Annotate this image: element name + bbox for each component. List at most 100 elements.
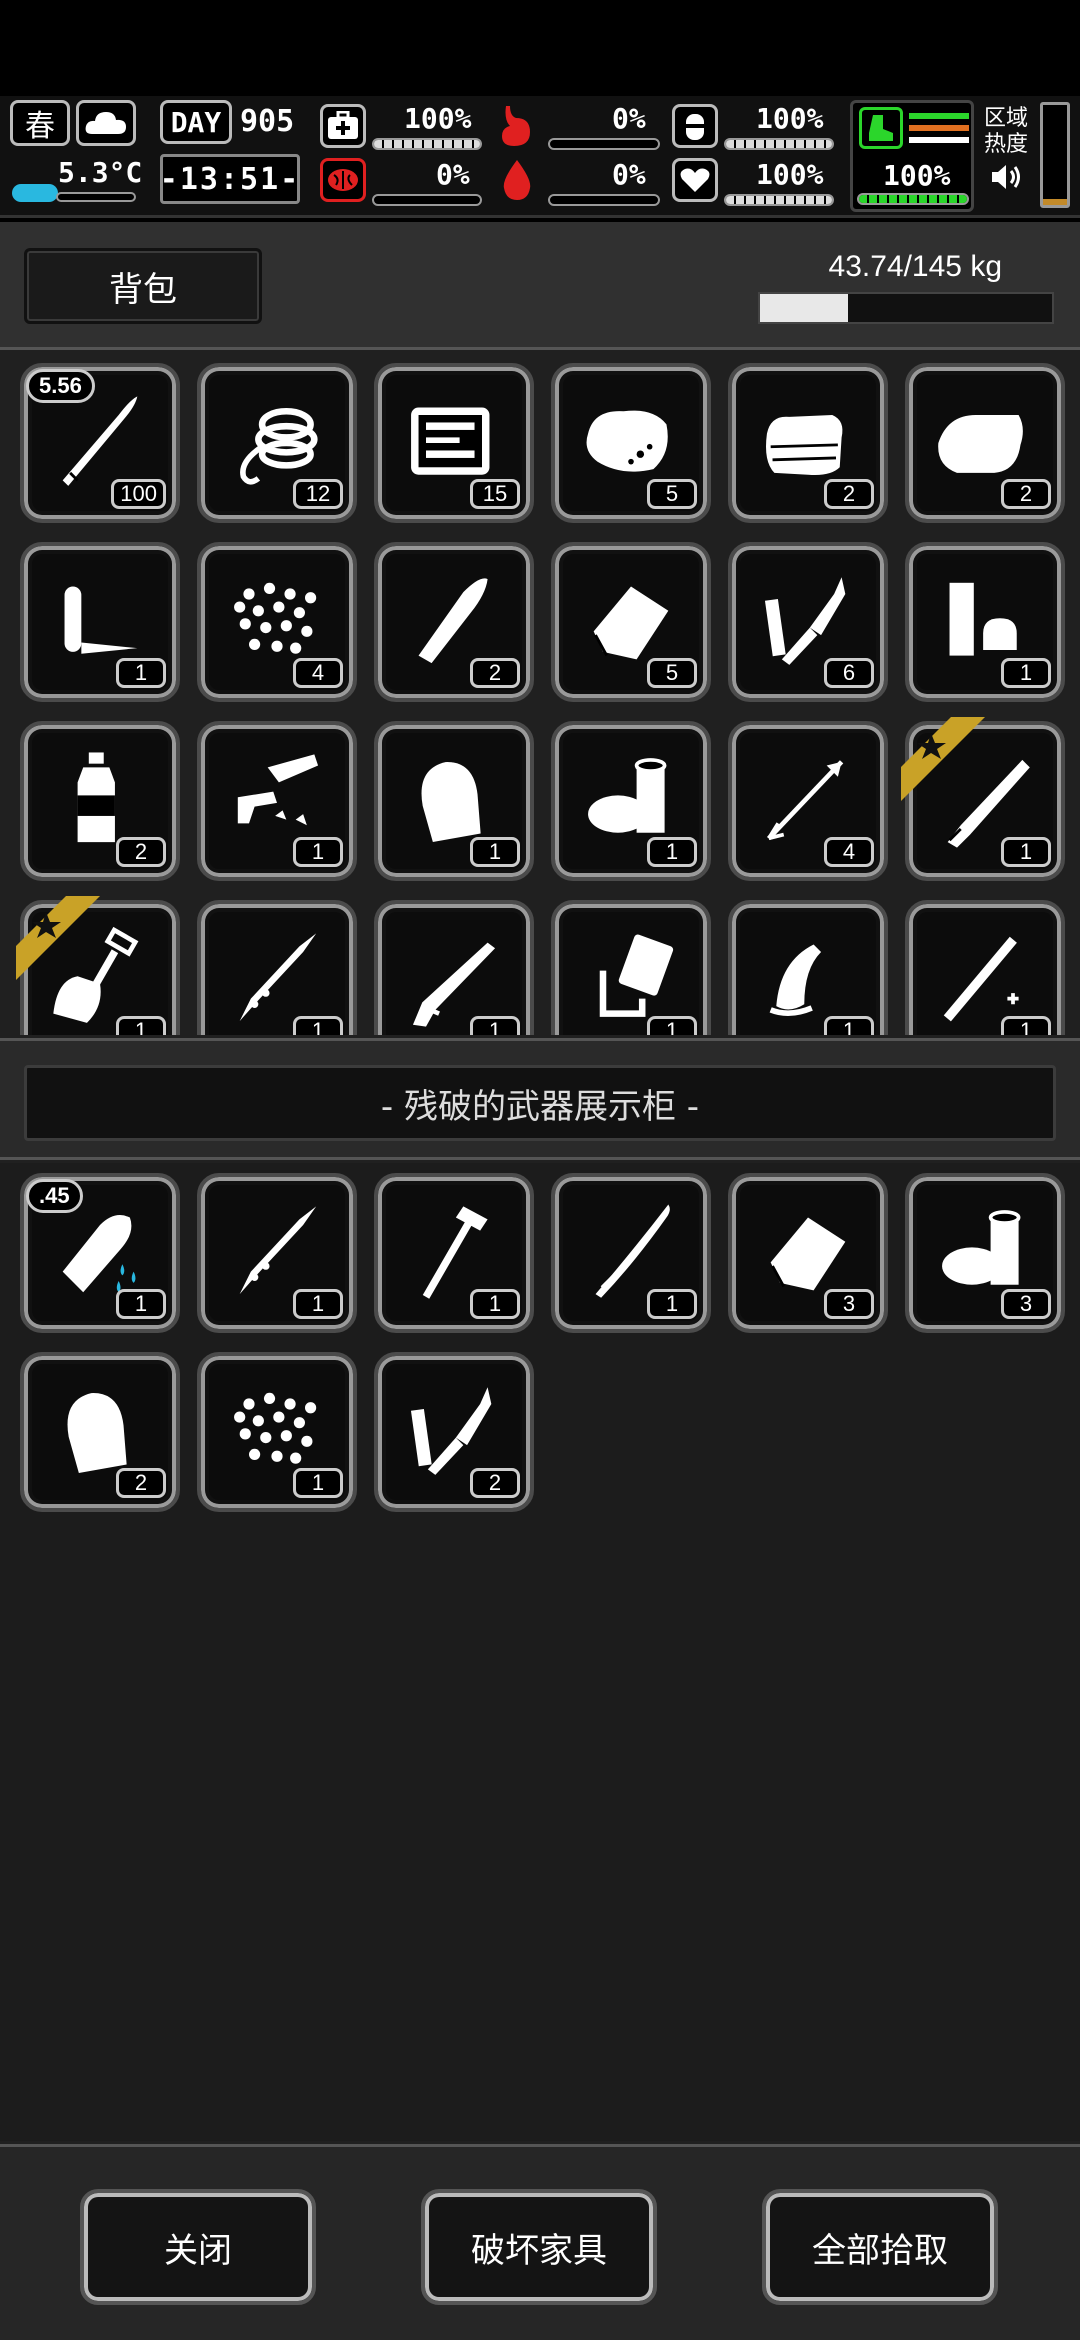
- backpack-item-slot[interactable]: 2: [374, 542, 534, 702]
- pick-up-all-button[interactable]: 全部拾取: [762, 2189, 998, 2305]
- temperature: 5.3°C: [58, 156, 143, 189]
- backpack-item-slot[interactable]: 1: [374, 900, 534, 1035]
- container-item-slot[interactable]: 1: [197, 1352, 357, 1512]
- item-count: 5: [647, 479, 697, 509]
- boot-icon: [859, 107, 903, 149]
- bleeding-value: 0%: [612, 158, 646, 191]
- item-count: 1: [647, 837, 697, 867]
- mood-bar: [724, 194, 834, 206]
- stamina-bar: [857, 193, 969, 205]
- backpack-item-slot[interactable]: 1: [551, 721, 711, 881]
- item-count: 1: [647, 1289, 697, 1319]
- hunger-bar: [548, 138, 660, 150]
- backpack-item-slot[interactable]: 12: [197, 363, 357, 523]
- item-count: 1: [293, 1468, 343, 1498]
- item-count: 3: [1001, 1289, 1051, 1319]
- backpack-item-slot[interactable]: 2: [905, 363, 1065, 523]
- region-heat-meter: [1040, 102, 1070, 208]
- water-bottle-status-icon: [672, 104, 718, 148]
- weight-bar: [758, 292, 1054, 324]
- item-count: 1: [116, 658, 166, 688]
- item-count: 6: [824, 658, 874, 688]
- backpack-header: 背包 43.74/145 kg: [0, 222, 1080, 350]
- caliber-tag: 5.56: [26, 369, 95, 403]
- item-count: 2: [1001, 479, 1051, 509]
- favorite-star-icon: [901, 717, 985, 801]
- backpack-item-slot[interactable]: 2: [728, 363, 888, 523]
- weather-cloud-icon: [76, 100, 136, 146]
- clock-time: -13:51-: [159, 161, 301, 197]
- favorite-star-icon: [16, 896, 100, 980]
- container-item-slot[interactable]: .45 1: [20, 1173, 180, 1333]
- backpack-item-slot[interactable]: 1: [16, 896, 180, 1035]
- container-item-slot[interactable]: 1: [374, 1173, 534, 1333]
- item-count: 1: [293, 1289, 343, 1319]
- stamina-panel: 100%: [850, 100, 974, 212]
- blood-drop-icon: [500, 158, 536, 202]
- container-item-slot[interactable]: 3: [905, 1173, 1065, 1333]
- backpack-item-slot[interactable]: 5: [551, 542, 711, 702]
- item-count: 1: [293, 837, 343, 867]
- item-count: 1: [1001, 1016, 1051, 1035]
- item-count: 12: [293, 479, 343, 509]
- medkit-icon: [320, 104, 366, 148]
- item-count: 1: [1001, 658, 1051, 688]
- backpack-item-slot[interactable]: 1: [197, 721, 357, 881]
- backpack-item-slot[interactable]: 4: [197, 542, 357, 702]
- mood-value: 100%: [756, 158, 824, 191]
- item-count: 100: [111, 479, 166, 509]
- day-value: 905: [240, 104, 295, 139]
- health-bar: [372, 138, 482, 150]
- stamina-value: 100%: [883, 159, 951, 192]
- stomach-icon: [496, 104, 536, 148]
- item-count: 1: [470, 1289, 520, 1319]
- container-item-slot[interactable]: 2: [20, 1352, 180, 1512]
- region-heat-label: 区域 热度: [984, 106, 1029, 157]
- item-count: 2: [824, 479, 874, 509]
- destroy-furniture-button[interactable]: 破坏家具: [421, 2189, 657, 2305]
- backpack-item-slot[interactable]: 5.56 100: [20, 363, 180, 523]
- item-count: 1: [293, 1016, 343, 1035]
- container-item-slot[interactable]: 1: [551, 1173, 711, 1333]
- speaker-icon[interactable]: [990, 162, 1024, 192]
- item-count: 4: [824, 837, 874, 867]
- backpack-grid: 5.56 100 12 15 5 2 2 1 4 2 5 6 1 2 1 1 1 4 1 1 1 1 1 1 1: [0, 353, 1080, 1035]
- thirst-value: 100%: [756, 102, 824, 135]
- backpack-item-slot[interactable]: 1: [374, 721, 534, 881]
- backpack-item-slot[interactable]: 1: [551, 900, 711, 1035]
- backpack-item-slot[interactable]: 1: [905, 542, 1065, 702]
- backpack-item-slot[interactable]: 1: [905, 900, 1065, 1035]
- container-item-slot[interactable]: 3: [728, 1173, 888, 1333]
- item-count: 1: [470, 1016, 520, 1035]
- backpack-item-slot[interactable]: 1: [901, 717, 1065, 881]
- backpack-item-slot[interactable]: 1: [20, 542, 180, 702]
- container-item-slot[interactable]: 2: [374, 1352, 534, 1512]
- caliber-tag: .45: [26, 1179, 83, 1213]
- status-bar: 春 5.3°C DAY 905 -13:51- 100% 0% 100% 0% …: [0, 96, 1080, 218]
- brain-icon: [320, 158, 366, 202]
- close-button[interactable]: 关闭: [80, 2189, 316, 2305]
- item-count: 4: [293, 658, 343, 688]
- item-count: 1: [116, 1289, 166, 1319]
- item-count: 2: [470, 1468, 520, 1498]
- item-count: 5: [647, 658, 697, 688]
- health-value: 100%: [404, 102, 472, 135]
- clock: -13:51-: [160, 154, 300, 204]
- item-count: 1: [470, 837, 520, 867]
- container-header: - 残破的武器展示柜 -: [0, 1038, 1080, 1160]
- backpack-item-slot[interactable]: 4: [728, 721, 888, 881]
- temperature-bar: [56, 192, 136, 202]
- backpack-item-slot[interactable]: 5: [551, 363, 711, 523]
- day-badge: DAY: [160, 100, 232, 144]
- infection-bar: [372, 194, 482, 206]
- item-count: 1: [647, 1016, 697, 1035]
- item-count: 1: [116, 1016, 166, 1035]
- backpack-item-slot[interactable]: 6: [728, 542, 888, 702]
- backpack-item-slot[interactable]: 15: [374, 363, 534, 523]
- infection-value: 0%: [436, 158, 470, 191]
- backpack-item-slot[interactable]: 1: [197, 900, 357, 1035]
- container-item-slot[interactable]: 1: [197, 1173, 357, 1333]
- backpack-item-slot[interactable]: 1: [728, 900, 888, 1035]
- thirst-bar: [724, 138, 834, 150]
- backpack-item-slot[interactable]: 2: [20, 721, 180, 881]
